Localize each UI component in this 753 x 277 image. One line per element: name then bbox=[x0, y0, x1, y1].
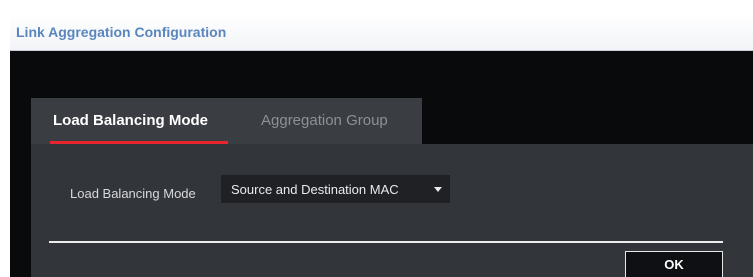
chevron-down-icon bbox=[434, 187, 442, 192]
load-balancing-mode-value: Source and Destination MAC bbox=[231, 182, 399, 197]
divider bbox=[49, 241, 723, 243]
link-aggregation-dialog: Link Aggregation Configuration Load Bala… bbox=[10, 14, 753, 277]
ok-button[interactable]: OK bbox=[625, 251, 723, 277]
tab-load-balancing-mode[interactable]: Load Balancing Mode bbox=[53, 98, 208, 144]
dialog-titlebar: Link Aggregation Configuration bbox=[10, 14, 753, 51]
load-balancing-mode-select[interactable]: Source and Destination MAC bbox=[221, 175, 450, 203]
tab-bar: Load Balancing Mode Aggregation Group bbox=[31, 98, 422, 144]
tab-aggregation-group[interactable]: Aggregation Group bbox=[261, 98, 388, 144]
dialog-title: Link Aggregation Configuration bbox=[16, 24, 227, 40]
tab-content-panel: Load Balancing Mode Source and Destinati… bbox=[31, 144, 753, 277]
load-balancing-mode-label: Load Balancing Mode bbox=[70, 186, 196, 201]
